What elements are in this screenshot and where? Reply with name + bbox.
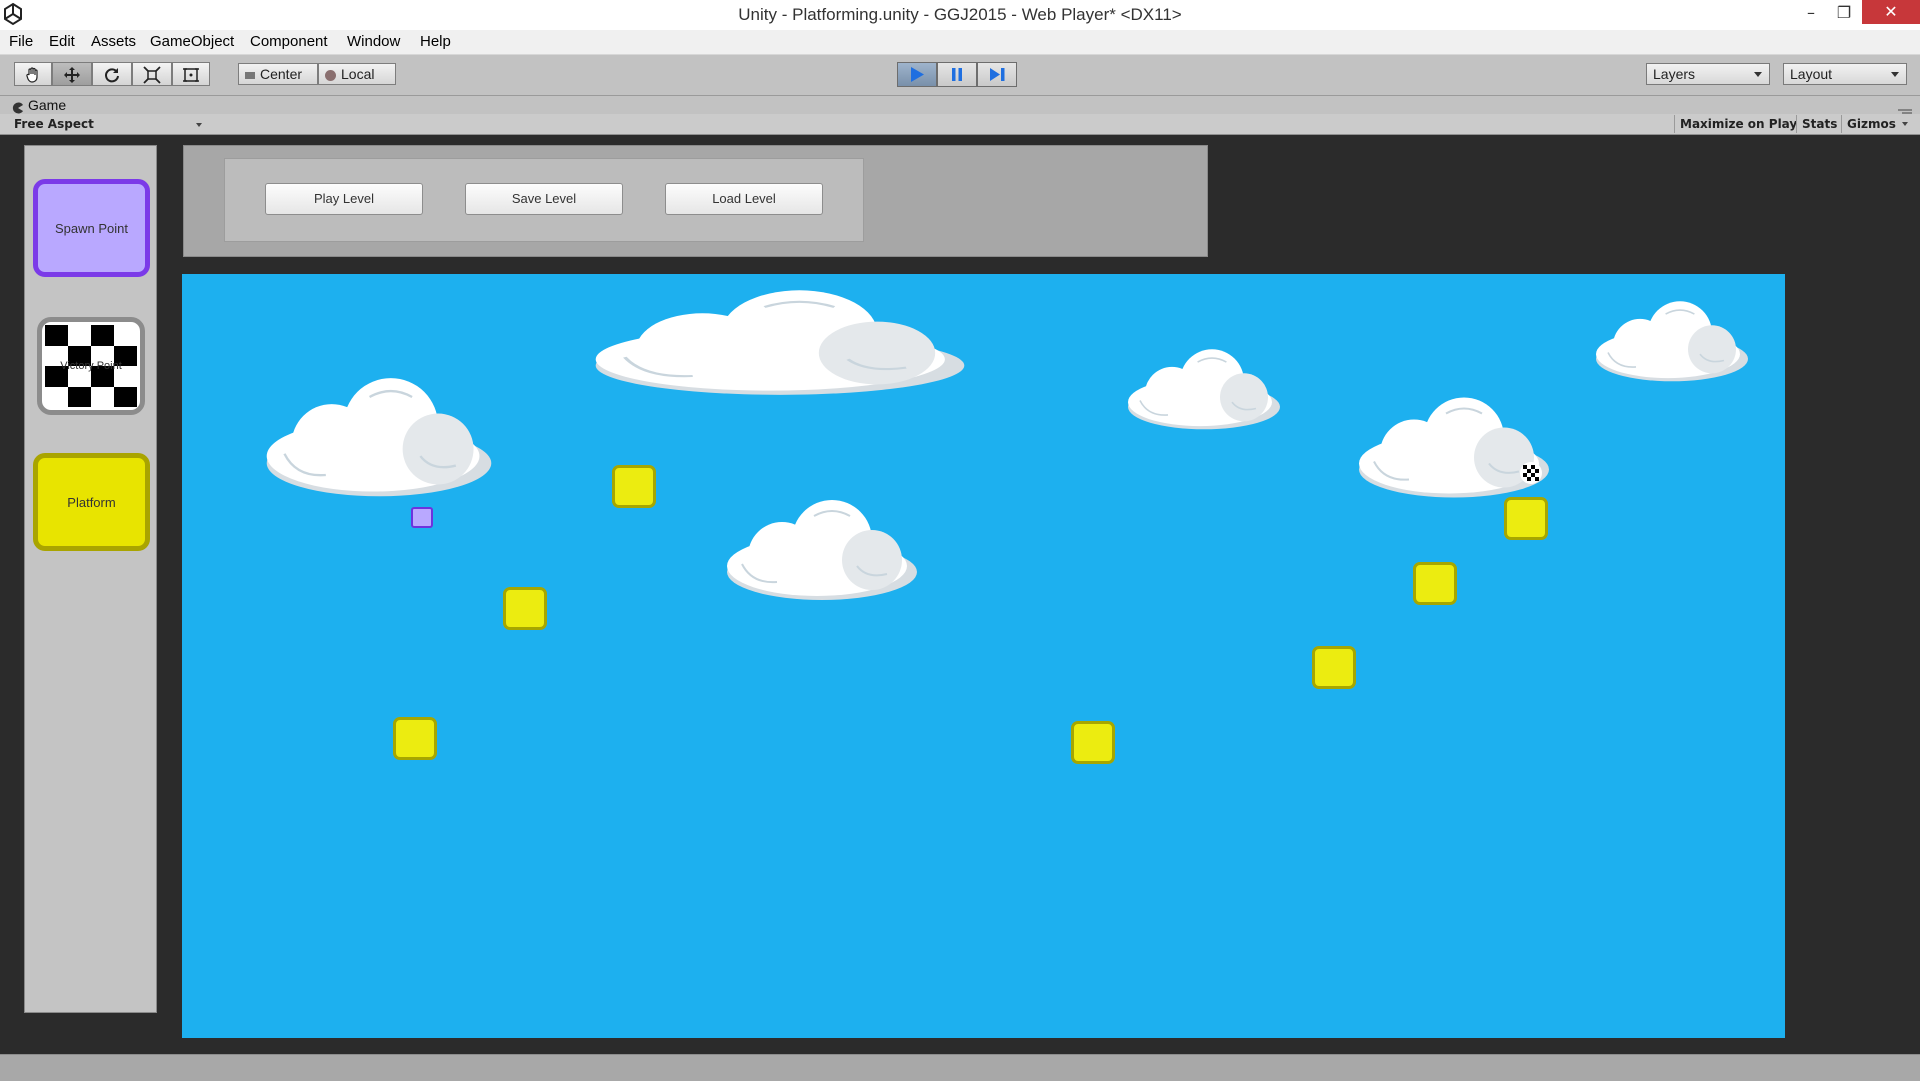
platform-tool[interactable]: Platform xyxy=(33,453,150,551)
pause-icon xyxy=(952,68,962,81)
play-button[interactable] xyxy=(897,62,937,87)
cloud xyxy=(1595,300,1749,383)
menu-component[interactable]: Component xyxy=(250,30,328,54)
chevron-down-icon xyxy=(1754,72,1762,77)
step-icon xyxy=(990,68,1005,81)
layers-dropdown[interactable]: Layers xyxy=(1646,63,1770,85)
maximize-button[interactable]: ❐ xyxy=(1829,0,1859,26)
platform[interactable] xyxy=(503,587,547,630)
pivot-mode-label: Center xyxy=(260,66,303,82)
spawn-point[interactable] xyxy=(411,507,433,528)
cloud xyxy=(265,376,493,498)
platform[interactable] xyxy=(612,465,656,508)
tab-game[interactable]: Game xyxy=(28,96,66,114)
spawn-point-tool[interactable]: Spawn Point xyxy=(33,179,150,277)
layout-label: Layout xyxy=(1790,66,1833,82)
pivot-center-icon xyxy=(245,71,255,79)
object-palette: Spawn Point Victory Point Platform xyxy=(24,145,157,1013)
platform[interactable] xyxy=(393,717,437,760)
gizmos-toggle[interactable]: Gizmos xyxy=(1841,115,1901,133)
pivot-mode-toggle[interactable]: Center xyxy=(238,63,318,85)
hand-icon xyxy=(26,67,38,83)
level-editor-panel: Play Level Save Level Load Level xyxy=(183,145,1208,257)
maximize-on-play-toggle[interactable]: Maximize on Play xyxy=(1674,115,1802,133)
rect-icon xyxy=(183,68,199,82)
stats-toggle[interactable]: Stats xyxy=(1796,115,1842,133)
aspect-dropdown[interactable]: Free Aspect xyxy=(14,114,94,134)
layout-dropdown[interactable]: Layout xyxy=(1783,63,1907,85)
chevron-down-icon xyxy=(1891,72,1899,77)
game-options-bar: Free Aspect Maximize on Play Stats Gizmo… xyxy=(0,114,1920,135)
move-icon xyxy=(64,67,80,83)
rect-tool-button[interactable] xyxy=(172,62,210,86)
goal-label: Victory Point xyxy=(60,360,122,372)
cloud xyxy=(586,284,974,399)
cloud xyxy=(1357,396,1551,499)
status-bar xyxy=(0,1054,1920,1081)
menu-edit[interactable]: Edit xyxy=(49,30,75,54)
platform[interactable] xyxy=(1312,646,1356,689)
platform-label: Platform xyxy=(67,494,116,510)
platform[interactable] xyxy=(1504,497,1548,540)
save-level-button[interactable]: Save Level xyxy=(465,183,623,215)
rotate-icon xyxy=(105,68,119,83)
platform[interactable] xyxy=(1413,562,1457,605)
editor-button-group: Play Level Save Level Load Level xyxy=(224,158,864,242)
cloud xyxy=(1127,348,1281,431)
menu-help[interactable]: Help xyxy=(420,30,451,54)
window-titlebar: Unity - Platforming.unity - GGJ2015 - We… xyxy=(0,0,1920,30)
pause-button[interactable] xyxy=(937,62,977,87)
goal-tool[interactable]: Victory Point xyxy=(37,317,145,415)
window-title: Unity - Platforming.unity - GGJ2015 - We… xyxy=(738,5,1182,24)
minimize-button[interactable]: – xyxy=(1796,0,1826,26)
toolbar: Center Local Layers Layout xyxy=(0,55,1920,96)
pivot-rotation-toggle[interactable]: Local xyxy=(318,63,396,85)
step-button[interactable] xyxy=(977,62,1017,87)
panel-menu-icon[interactable] xyxy=(1898,101,1912,116)
game-viewport[interactable] xyxy=(182,274,1785,1038)
menu-assets[interactable]: Assets xyxy=(91,30,136,54)
load-level-button[interactable]: Load Level xyxy=(665,183,823,215)
spawn-point-label: Spawn Point xyxy=(55,220,128,236)
close-button[interactable]: ✕ xyxy=(1862,0,1920,24)
chevron-down-icon xyxy=(196,123,202,127)
move-tool-button[interactable] xyxy=(52,62,92,86)
menu-file[interactable]: File xyxy=(9,30,33,54)
game-tab-bar: Game xyxy=(0,96,1920,116)
menu-gameobject[interactable]: GameObject xyxy=(150,30,234,54)
local-cube-icon xyxy=(325,69,336,81)
rotate-tool-button[interactable] xyxy=(92,62,132,86)
pacman-game-icon xyxy=(12,99,24,114)
layers-label: Layers xyxy=(1653,66,1696,82)
chevron-down-icon xyxy=(1902,122,1908,126)
menu-window[interactable]: Window xyxy=(347,30,400,54)
menu-bar: File Edit Assets GameObject Component Wi… xyxy=(0,30,1920,55)
hand-tool-button[interactable] xyxy=(14,62,52,86)
platform[interactable] xyxy=(1071,721,1115,764)
scale-tool-button[interactable] xyxy=(132,62,172,86)
play-icon xyxy=(911,67,924,82)
play-level-button[interactable]: Play Level xyxy=(265,183,423,215)
pivot-rotation-label: Local xyxy=(341,66,375,82)
cloud xyxy=(726,499,918,601)
goal-flag[interactable] xyxy=(1519,461,1543,485)
scale-icon xyxy=(143,66,161,84)
